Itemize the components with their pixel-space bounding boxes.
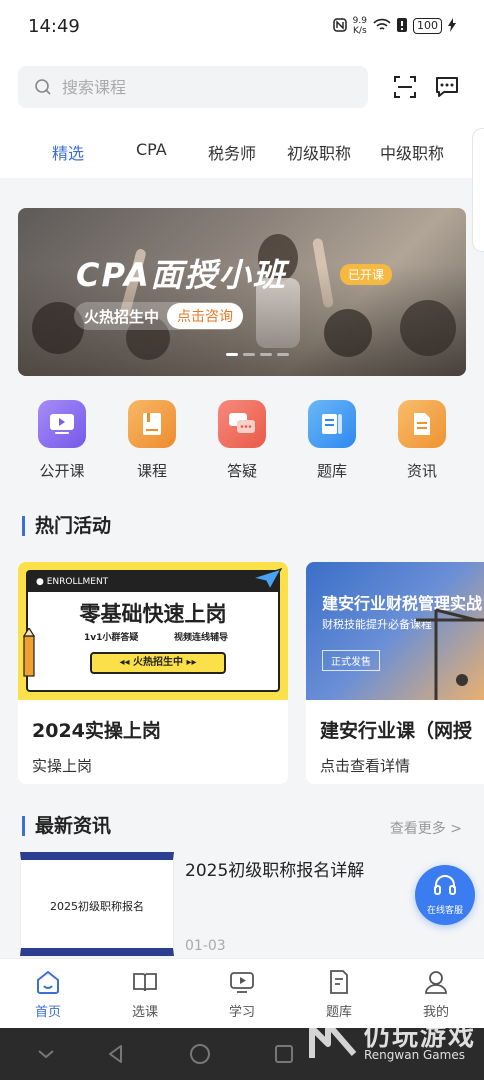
- activity-card[interactable]: 建安行业财税管理实战 财税技能提升必备课程 正式发售 建安行业课（网授 点击查看…: [306, 562, 484, 784]
- message-icon[interactable]: [434, 74, 460, 100]
- activity-card[interactable]: ● ENROLLMENT 零基础快速上岗 1v1小群答疑 视频连线辅导 ◂◂ 火…: [18, 562, 288, 784]
- banner-cta-button[interactable]: 点击咨询: [167, 303, 244, 329]
- back-icon[interactable]: [104, 1042, 128, 1066]
- net-speed-unit: K/s: [353, 26, 367, 36]
- activity-card-title: 建安行业课（网授: [320, 720, 473, 742]
- activity-card-subtitle: 点击查看详情: [320, 757, 411, 775]
- chat-icon: [218, 400, 266, 448]
- carousel-dot[interactable]: [260, 353, 272, 356]
- quick-news[interactable]: 资讯: [387, 400, 457, 481]
- scan-icon[interactable]: [392, 74, 418, 100]
- side-drawer-handle[interactable]: [472, 128, 484, 252]
- crane-icon: [416, 608, 484, 700]
- tabbar-study[interactable]: 学习: [212, 969, 272, 1020]
- poster-pill: ◂◂ 火热招生中 ▸▸: [90, 652, 226, 674]
- online-service-label: 在线客服: [426, 906, 463, 916]
- promo-banner[interactable]: CPA面授小班 已开课 火热招生中 点击咨询: [18, 208, 466, 376]
- watermark-subtext: Rengwan Games: [364, 1048, 465, 1062]
- user-icon: [423, 969, 449, 995]
- home-circle-icon[interactable]: [188, 1042, 212, 1066]
- quick-label: 答疑: [226, 462, 257, 480]
- quick-label: 课程: [136, 462, 167, 480]
- document-icon: [398, 400, 446, 448]
- quick-open-course[interactable]: 公开课: [27, 400, 97, 481]
- carousel-dot[interactable]: [243, 353, 255, 356]
- carousel-dots: [226, 353, 289, 356]
- headset-icon: [433, 874, 457, 900]
- hot-activities-title: 热门活动: [22, 516, 111, 536]
- watermark: 仍玩游戏 Rengwan Games: [306, 1008, 476, 1072]
- activity-card-subtitle: 实操上岗: [32, 757, 93, 775]
- net-speed: 9.9 K/s: [353, 16, 367, 36]
- card-poster: ● ENROLLMENT 零基础快速上岗 1v1小群答疑 视频连线辅导 ◂◂ 火…: [26, 570, 280, 692]
- pencil-icon: [22, 628, 36, 677]
- search-box[interactable]: [18, 66, 368, 108]
- news-thumbnail-text: 2025初级职称报名: [50, 900, 144, 913]
- news-thumbnail: 2025初级职称报名: [20, 852, 174, 956]
- tabbar-home[interactable]: 首页: [18, 969, 78, 1020]
- activity-card-title: 2024实操上岗: [32, 720, 161, 742]
- tab-tax-advisor[interactable]: 税务师: [208, 140, 256, 164]
- question-bank-icon: [308, 400, 356, 448]
- quick-label: 题库: [316, 462, 347, 480]
- news-date: 01-03: [185, 938, 226, 954]
- activity-card-image: ● ENROLLMENT 零基础快速上岗 1v1小群答疑 视频连线辅导 ◂◂ 火…: [18, 562, 288, 700]
- quick-entries: 公开课 课程 答疑 题库 资讯: [0, 400, 484, 490]
- tabbar-label: 首页: [34, 1005, 61, 1020]
- poster-headline: 零基础快速上岗: [79, 602, 227, 626]
- play-icon: [38, 400, 86, 448]
- alert-icon: [397, 17, 407, 35]
- recent-apps-icon[interactable]: [272, 1042, 296, 1066]
- tab-intermediate-title[interactable]: 中级职称: [380, 140, 444, 164]
- quick-label: 资讯: [406, 462, 437, 480]
- wifi-icon: [373, 18, 391, 35]
- online-service-button[interactable]: 在线客服: [415, 865, 475, 925]
- news-item[interactable]: 2025初级职称报名 2025初级职称报名详解 01-03: [20, 852, 464, 958]
- activity-card-image: 建安行业财税管理实战 财税技能提升必备课程 正式发售: [306, 562, 484, 700]
- edit-doc-icon: [326, 969, 352, 995]
- banner-pill: 火热招生中 点击咨询: [74, 302, 244, 330]
- tabbar-label: 选课: [131, 1005, 158, 1020]
- tab-junior-title[interactable]: 初级职称: [287, 140, 351, 164]
- chevron-down-icon[interactable]: [34, 1042, 58, 1066]
- poster-button: 正式发售: [322, 650, 380, 671]
- video-icon: [229, 969, 255, 995]
- quick-qa[interactable]: 答疑: [207, 400, 277, 481]
- carousel-dot[interactable]: [226, 353, 238, 356]
- category-tabs: 精选 CPA 税务师 初级职称 中级职称: [0, 134, 484, 170]
- poster-feature: 视频连线辅导: [174, 633, 229, 643]
- battery-level: 100: [413, 18, 442, 34]
- quick-label: 公开课: [39, 462, 85, 480]
- header: 精选 CPA 税务师 初级职称 中级职称: [0, 52, 484, 178]
- banner-hot-text: 火热招生中: [84, 307, 160, 326]
- banner-title: CPA面授小班: [76, 256, 287, 294]
- open-book-icon: [132, 969, 158, 995]
- net-speed-value: 9.9: [352, 16, 367, 26]
- tabbar-label: 学习: [228, 1005, 255, 1020]
- poster-feature: 1v1小群答疑: [84, 633, 139, 643]
- quick-courses[interactable]: 课程: [117, 400, 187, 481]
- tab-featured[interactable]: 精选: [52, 140, 84, 164]
- status-bar: 14:49 9.9 K/s 100: [0, 0, 484, 52]
- tabbar-courses[interactable]: 选课: [115, 969, 175, 1020]
- banner-tag: 已开课: [340, 264, 393, 285]
- carousel-dot[interactable]: [277, 353, 289, 356]
- status-icons: 9.9 K/s 100: [332, 16, 456, 36]
- tab-cpa[interactable]: CPA: [136, 140, 167, 159]
- latest-news-title: 最新资讯: [22, 816, 111, 836]
- search-input[interactable]: [62, 77, 322, 97]
- quick-question-bank[interactable]: 题库: [297, 400, 367, 481]
- view-more-link[interactable]: 查看更多 >: [390, 818, 462, 838]
- watermark-logo: [309, 1021, 357, 1058]
- home-icon: [35, 969, 61, 995]
- news-title: 2025初级职称报名详解: [185, 861, 365, 881]
- nfc-icon: [332, 17, 347, 35]
- paper-plane-icon: [252, 568, 282, 590]
- search-icon: [34, 78, 52, 96]
- status-time: 14:49: [28, 15, 80, 37]
- book-icon: [128, 400, 176, 448]
- poster-badge: ● ENROLLMENT: [28, 572, 278, 592]
- charging-icon: [448, 17, 456, 35]
